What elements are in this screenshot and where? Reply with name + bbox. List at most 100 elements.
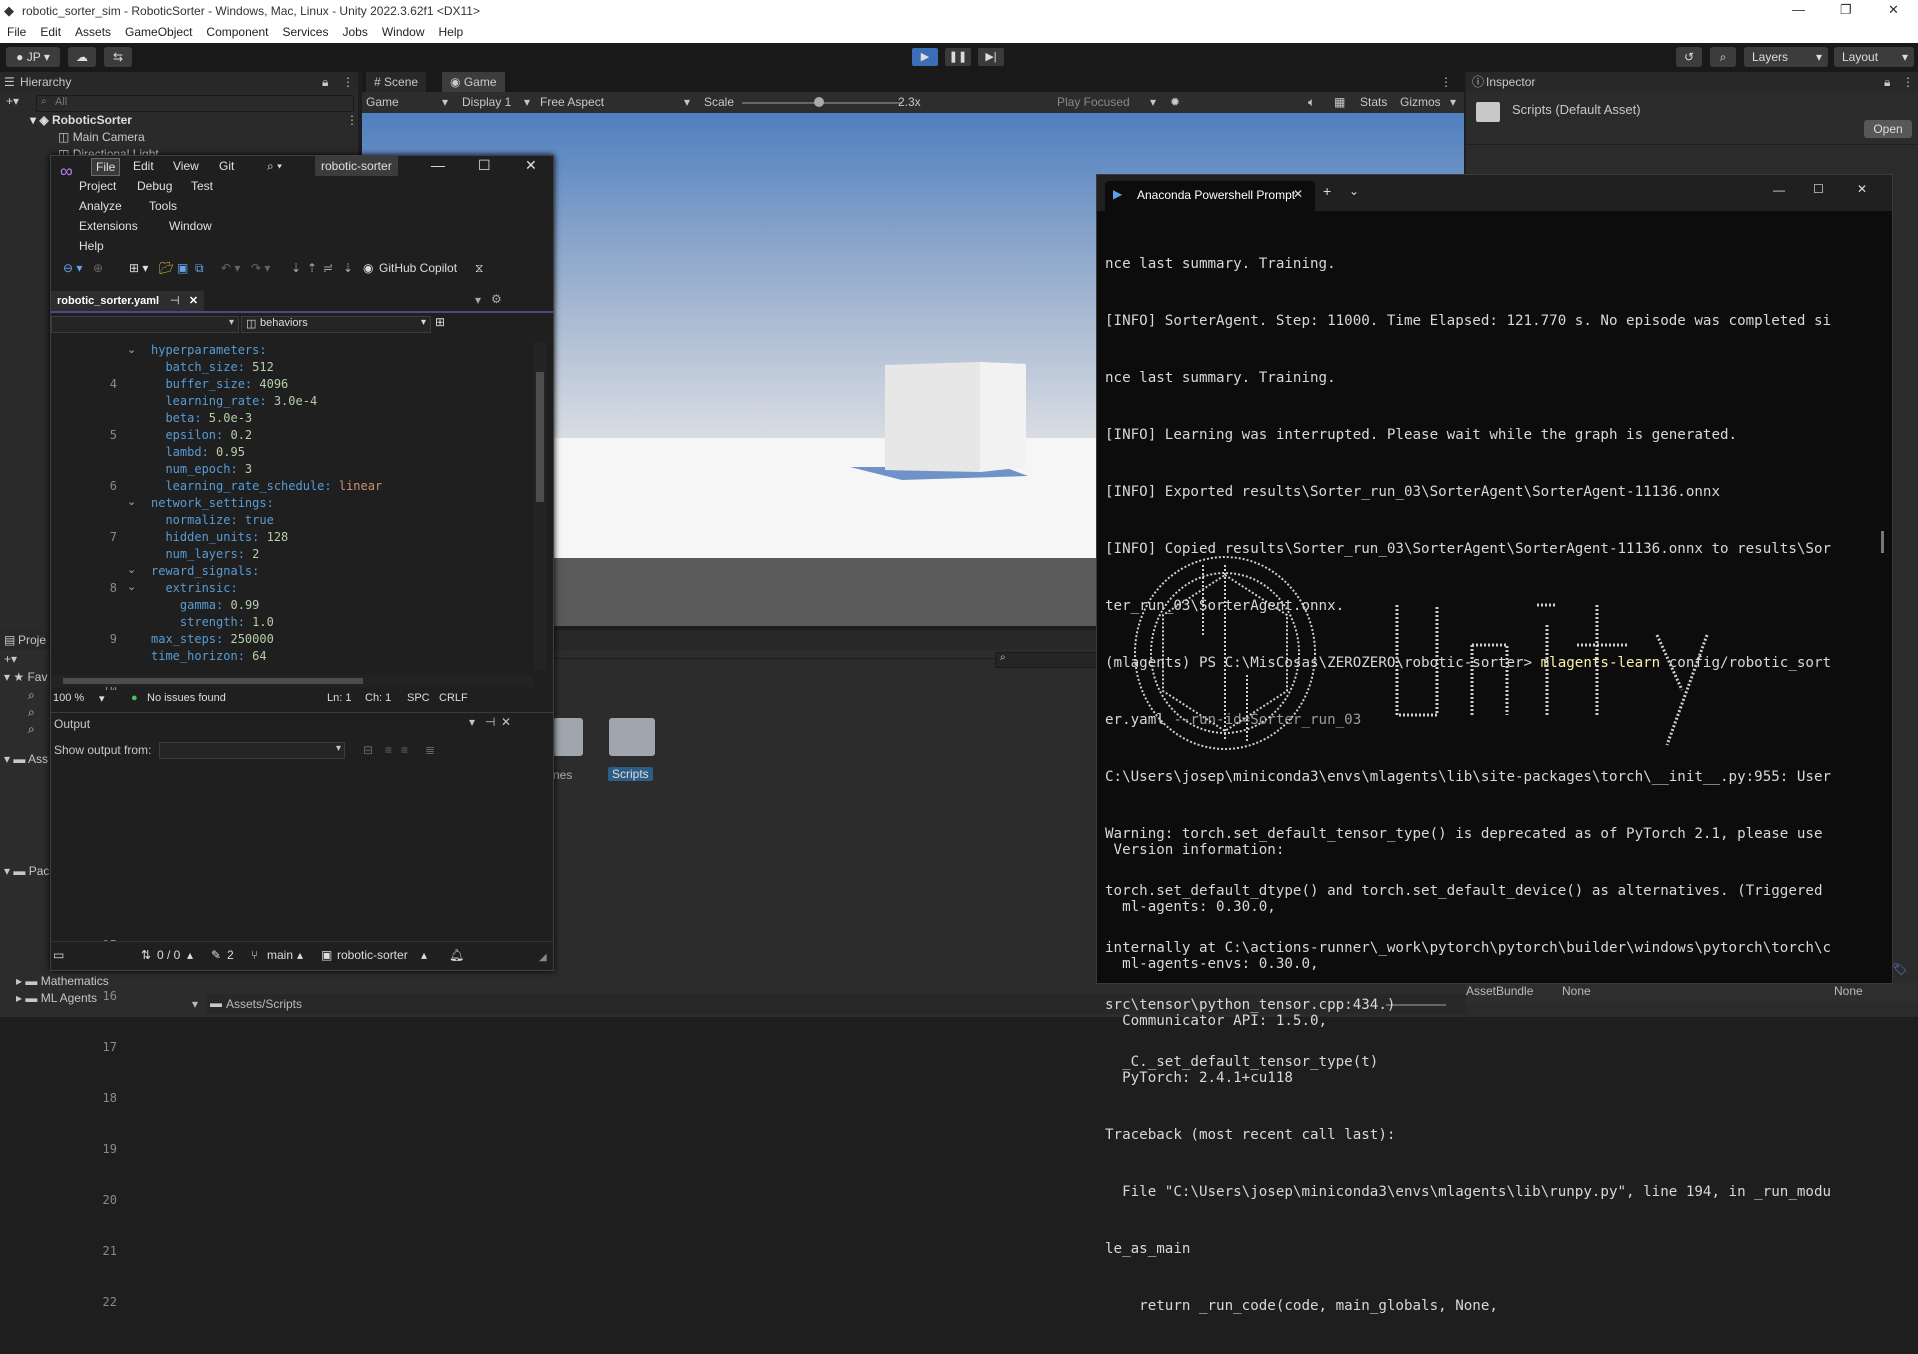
edits-count[interactable]: 2 — [227, 948, 234, 962]
uncomment-icon[interactable]: ⇣ — [343, 261, 353, 275]
vs-solution-name[interactable]: robotic-sorter — [315, 156, 398, 176]
scrollbar-thumb[interactable] — [536, 372, 544, 502]
pin-icon[interactable]: ⊣ — [170, 295, 180, 307]
scrollbar-thumb[interactable] — [63, 678, 363, 684]
add-icon[interactable]: +▾ — [4, 652, 17, 666]
nav-left-dropdown[interactable]: ▾ — [51, 316, 239, 333]
tab-scene[interactable]: # Scene — [366, 72, 427, 92]
chevron-down-icon[interactable]: ⌄ — [1349, 184, 1359, 198]
more-icon[interactable]: ⋮ — [1902, 72, 1914, 92]
search-icon[interactable]: ⌕ — [1710, 47, 1736, 67]
stats-button[interactable]: Stats — [1360, 95, 1387, 109]
vs-menu-git[interactable]: Git — [219, 159, 234, 173]
gizmos-button[interactable]: Gizmos — [1400, 95, 1441, 109]
close-icon[interactable]: ✕ — [1857, 182, 1867, 196]
branch-name[interactable]: main — [267, 948, 293, 962]
open-folder-icon[interactable]: 📂︎ — [159, 261, 174, 275]
redo-icon[interactable]: ↷ ▾ — [251, 261, 270, 275]
word-wrap-icon[interactable]: ≣ — [425, 743, 435, 757]
vs-menu-file[interactable]: File — [91, 158, 121, 176]
folder-icon[interactable] — [553, 718, 583, 756]
lock-icon[interactable]: 🔒︎ — [1884, 72, 1890, 92]
vs-menu-project[interactable]: Project — [79, 179, 116, 193]
account-button[interactable]: ● JP ▾ — [6, 47, 60, 67]
issues-status[interactable]: No issues found — [147, 692, 226, 704]
back-icon[interactable]: ⊖ ▾ — [63, 261, 82, 275]
maximize-icon[interactable]: ☐ — [1813, 182, 1824, 196]
layers-dropdown[interactable]: Layers ▾ — [1744, 47, 1828, 67]
zoom-dropdown[interactable]: 100 % — [53, 692, 84, 704]
scene-more-icon[interactable]: ⋮ — [346, 113, 358, 127]
cloud-icon[interactable]: ☁ — [68, 47, 96, 67]
undo-icon[interactable]: ↶ ▾ — [221, 261, 240, 275]
horizontal-scrollbar[interactable] — [51, 675, 533, 687]
fold-icon[interactable]: ⌄ — [127, 580, 136, 593]
mute-icon[interactable]: 🔈︎ — [1308, 95, 1315, 110]
close-icon[interactable]: ✕ — [525, 157, 537, 174]
open-button[interactable]: Open — [1864, 120, 1912, 138]
maximize-icon[interactable]: ☐ — [478, 157, 491, 174]
minimize-icon[interactable]: — — [431, 157, 445, 173]
spacing-status[interactable]: SPC — [407, 692, 430, 704]
new-item-icon[interactable]: ⊞ ▾ — [129, 261, 148, 275]
tag-icon[interactable]: 🏷︎ — [1892, 962, 1907, 976]
nav-right-dropdown[interactable]: ◫ behaviors ▾ — [241, 316, 431, 333]
fold-icon[interactable]: ⌄ — [127, 563, 136, 576]
vs-menu-view[interactable]: View — [173, 159, 199, 173]
menu-jobs[interactable]: Jobs — [335, 22, 374, 39]
vs-menu-tools[interactable]: Tools — [149, 199, 177, 213]
menu-assets[interactable]: Assets — [68, 22, 118, 39]
menu-file[interactable]: File — [0, 22, 33, 39]
terminal-tab[interactable]: ▶ Anaconda Powershell Prompt ✕ — [1105, 181, 1315, 211]
vs-menu-debug[interactable]: Debug — [137, 179, 172, 193]
project-search-input[interactable]: ⌕ — [995, 652, 1097, 668]
vs-menu-edit[interactable]: Edit — [133, 159, 154, 173]
assets-folder[interactable]: ▾ ▬ Ass — [4, 752, 48, 766]
vs-menu-test[interactable]: Test — [191, 179, 213, 193]
feedback-icon[interactable]: ⧖ — [475, 261, 483, 276]
folder-icon[interactable] — [609, 718, 655, 756]
sync-status[interactable]: 0 / 0 — [157, 948, 180, 962]
add-icon[interactable]: +▾ — [6, 94, 19, 108]
restore-icon[interactable]: ❐ — [1840, 2, 1852, 18]
vs-menu-window[interactable]: Window — [169, 219, 212, 233]
chevron-down-icon[interactable]: ▾ — [192, 997, 198, 1011]
char-status[interactable]: Ch: 1 — [365, 692, 391, 704]
next-icon[interactable]: ≡ — [401, 743, 408, 757]
aspect-dropdown[interactable]: Free Aspect — [540, 95, 604, 109]
line-status[interactable]: Ln: 1 — [327, 692, 351, 704]
minimize-icon[interactable]: — — [1773, 183, 1785, 197]
repo-name[interactable]: robotic-sorter — [337, 948, 408, 962]
split-icon[interactable]: ⊞ — [435, 315, 445, 329]
hierarchy-search-input[interactable]: ⌕ All — [36, 95, 354, 112]
menu-services[interactable]: Services — [275, 22, 335, 39]
vs-menu-help[interactable]: Help — [79, 239, 104, 253]
resize-grip-icon[interactable]: ◢ — [539, 952, 547, 963]
copilot-button[interactable]: GitHub Copilot — [379, 261, 457, 275]
eol-status[interactable]: CRLF — [439, 692, 468, 704]
terminal-scrollbar-thumb[interactable] — [1881, 531, 1884, 553]
bell-icon[interactable]: 🔔︎ — [449, 948, 464, 962]
close-icon[interactable]: ✕ — [501, 715, 511, 729]
scene-root-item[interactable]: ▾ ◈ RoboticSorter — [30, 113, 132, 127]
scale-slider-handle[interactable] — [814, 97, 824, 107]
pin-icon[interactable]: ⊣ — [485, 715, 495, 729]
keyboard-icon[interactable]: ▦ — [1334, 95, 1345, 109]
chevron-down-icon[interactable]: ▾ — [475, 293, 481, 307]
fold-icon[interactable]: ⌄ — [127, 495, 136, 508]
more-icon[interactable]: ⋮ — [342, 72, 354, 92]
pause-button[interactable]: ❚❚ — [945, 48, 971, 66]
close-icon[interactable]: ✕ — [1888, 2, 1899, 18]
favorites-folder[interactable]: ▾ ★ Fav — [4, 670, 47, 684]
save-icon[interactable]: ▣ — [177, 261, 188, 275]
indent-icon[interactable]: ⇣ — [291, 261, 301, 275]
packages-folder[interactable]: ▾ ▬ Pac — [4, 864, 49, 878]
forward-icon[interactable]: ⊕ — [93, 261, 103, 275]
game-mode-dropdown[interactable]: Game — [366, 95, 399, 109]
output-source-dropdown[interactable]: ▾ — [159, 742, 345, 759]
chevron-down-icon[interactable]: ▾ — [469, 715, 475, 729]
menu-gameobject[interactable]: GameObject — [118, 22, 199, 39]
layout-dropdown[interactable]: Layout ▾ — [1834, 47, 1914, 67]
folder-label-scripts[interactable]: Scripts — [608, 767, 653, 781]
step-button[interactable]: ▶| — [978, 48, 1004, 66]
